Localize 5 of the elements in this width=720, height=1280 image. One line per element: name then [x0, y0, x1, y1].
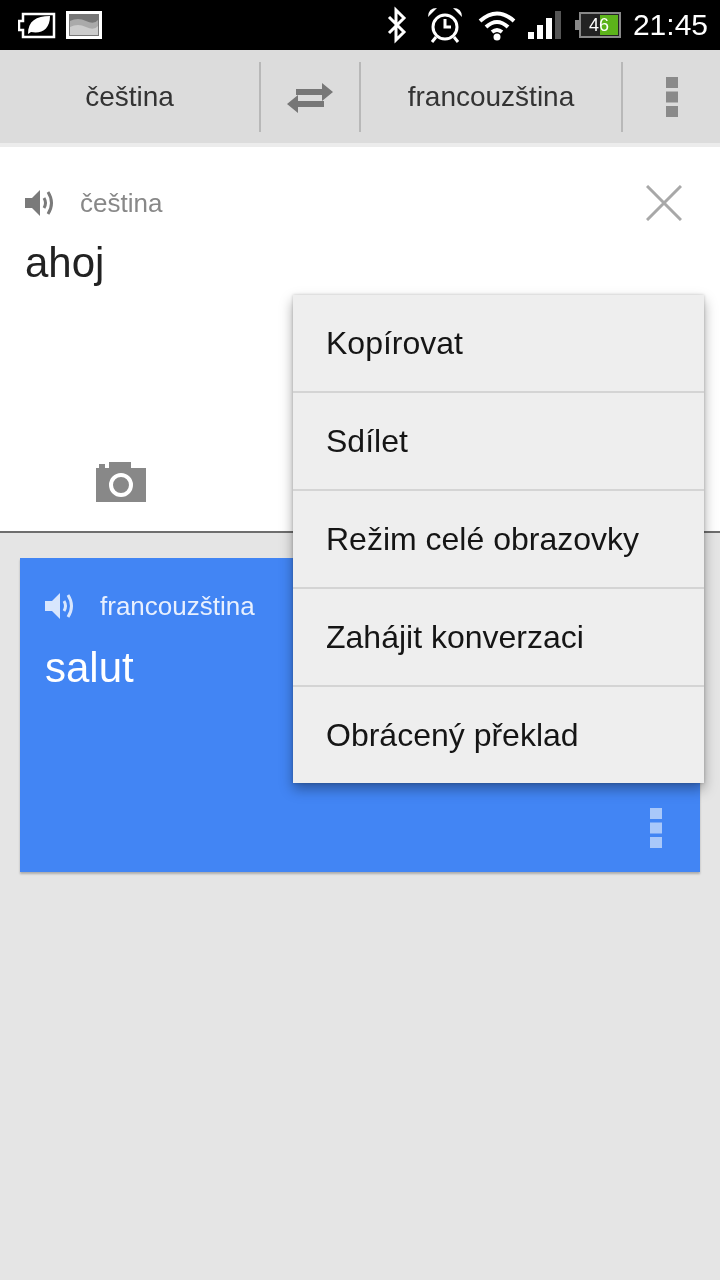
source-text: ahoj	[25, 239, 105, 287]
language-label: francouzština	[100, 590, 255, 622]
language-label: čeština	[80, 187, 163, 219]
clock-time: 21:45	[632, 7, 708, 43]
translation-text: salut	[45, 644, 134, 692]
